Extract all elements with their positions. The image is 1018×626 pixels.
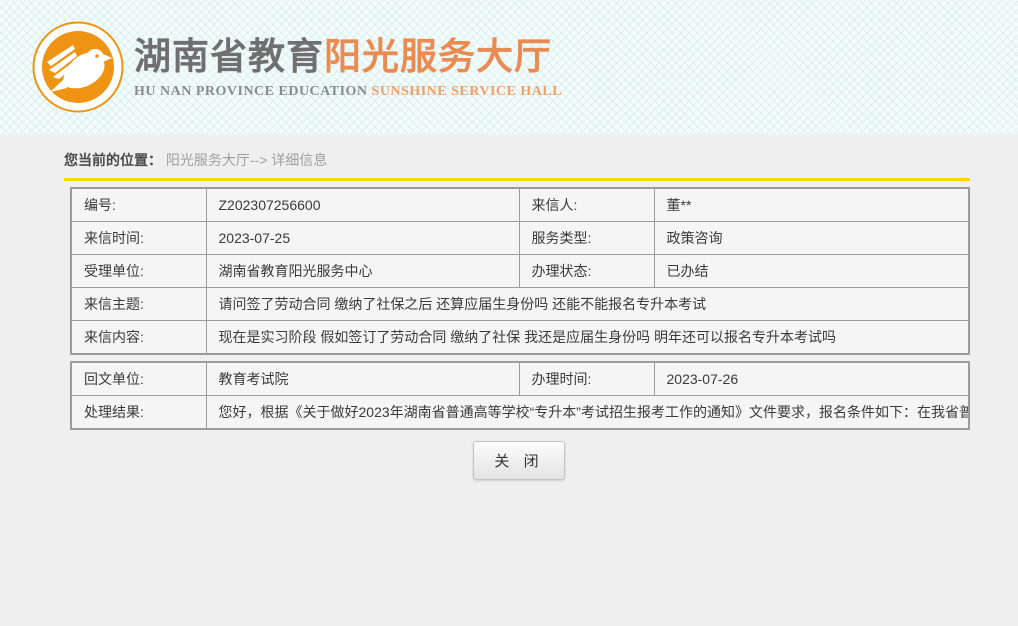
site-title-cn: 湖南省教育阳光服务大厅 (134, 36, 562, 79)
field-value-accept-unit: 湖南省教育阳光服务中心 (206, 255, 519, 288)
table-row: 回文单位: 教育考试院 办理时间: 2023-07-26 (71, 362, 969, 396)
table-row: 来信主题: 请问签了劳动合同 缴纳了社保之后 还算应届生身份吗 还能不能报名专升… (71, 288, 969, 321)
table-row: 处理结果: 您好，根据《关于做好2023年湖南省普通高等学校“专升本”考试招生报… (71, 396, 969, 430)
site-titles: 湖南省教育阳光服务大厅 HU NAN PROVINCE EDUCATION SUN… (134, 34, 562, 100)
field-value-content: 现在是实习阶段 假如签订了劳动合同 缴纳了社保 我还是应届生身份吗 明年还可以报… (206, 321, 969, 355)
site-subtitle-en: HU NAN PROVINCE EDUCATION SUNSHINE SERVIC… (134, 84, 562, 100)
field-value-sender: 董** (654, 188, 969, 222)
site-header: 湖南省教育阳光服务大厅 HU NAN PROVINCE EDUCATION SUN… (0, 0, 1018, 134)
close-button[interactable]: 关 闭 (473, 441, 564, 480)
field-label-number: 编号: (71, 188, 206, 222)
main-content: 您当前的位置： 阳光服务大厅--> 详细信息 编号: Z202307256600… (0, 134, 1018, 626)
field-label-sender: 来信人: (519, 188, 654, 222)
field-label-handle-time: 办理时间: (519, 362, 654, 396)
field-label-service-type: 服务类型: (519, 222, 654, 255)
field-label-content: 来信内容: (71, 321, 206, 355)
breadcrumb-label: 您当前的位置： (64, 152, 162, 168)
field-value-result: 您好，根据《关于做好2023年湖南省普通高等学校“专升本”考试招生报考工作的通知… (206, 396, 969, 430)
field-value-service-type: 政策咨询 (654, 222, 969, 255)
site-title-cn-orange: 阳光服务大厅 (324, 36, 552, 77)
table-row: 来信内容: 现在是实习阶段 假如签订了劳动合同 缴纳了社保 我还是应届生身份吗 … (71, 321, 969, 355)
field-value-subject: 请问签了劳动合同 缴纳了社保之后 还算应届生身份吗 还能不能报名专升本考试 (206, 288, 969, 321)
field-value-letter-time: 2023-07-25 (206, 222, 519, 255)
site-subtitle-en-orange: SUNSHINE SERVICE HALL (372, 84, 563, 99)
table-row: 受理单位: 湖南省教育阳光服务中心 办理状态: 已办结 (71, 255, 969, 288)
field-value-handle-time: 2023-07-26 (654, 362, 969, 396)
breadcrumb-link-hall[interactable]: 阳光服务大厅 (166, 152, 250, 168)
field-label-status: 办理状态: (519, 255, 654, 288)
field-value-number: Z202307256600 (206, 188, 519, 222)
field-label-reply-unit: 回文单位: (71, 362, 206, 396)
field-value-reply-unit: 教育考试院 (206, 362, 519, 396)
table-row: 编号: Z202307256600 来信人: 董** (71, 188, 969, 222)
letter-info-table: 编号: Z202307256600 来信人: 董** 来信时间: 2023-07… (70, 187, 970, 355)
page: 湖南省教育阳光服务大厅 HU NAN PROVINCE EDUCATIONSUN… (0, 0, 1018, 626)
reply-info-table: 回文单位: 教育考试院 办理时间: 2023-07-26 处理结果: 您好，根据… (70, 361, 970, 430)
field-label-result: 处理结果: (71, 396, 206, 430)
site-subtitle-en-gray: HU NAN PROVINCE EDUCATION (134, 84, 368, 99)
field-label-accept-unit: 受理单位: (71, 255, 206, 288)
field-label-letter-time: 来信时间: (71, 222, 206, 255)
field-label-subject: 来信主题: (71, 288, 206, 321)
breadcrumb: 您当前的位置： 阳光服务大厅--> 详细信息 (64, 142, 970, 181)
breadcrumb-current: 详细信息 (271, 152, 327, 168)
site-logo (32, 21, 124, 113)
table-row: 来信时间: 2023-07-25 服务类型: 政策咨询 (71, 222, 969, 255)
button-row: 关 闭 (70, 441, 968, 480)
dove-badge-icon (32, 21, 124, 113)
field-value-status: 已办结 (654, 255, 969, 288)
breadcrumb-separator: --> (250, 152, 268, 168)
site-title-cn-gray: 湖南省教育 (134, 36, 324, 77)
